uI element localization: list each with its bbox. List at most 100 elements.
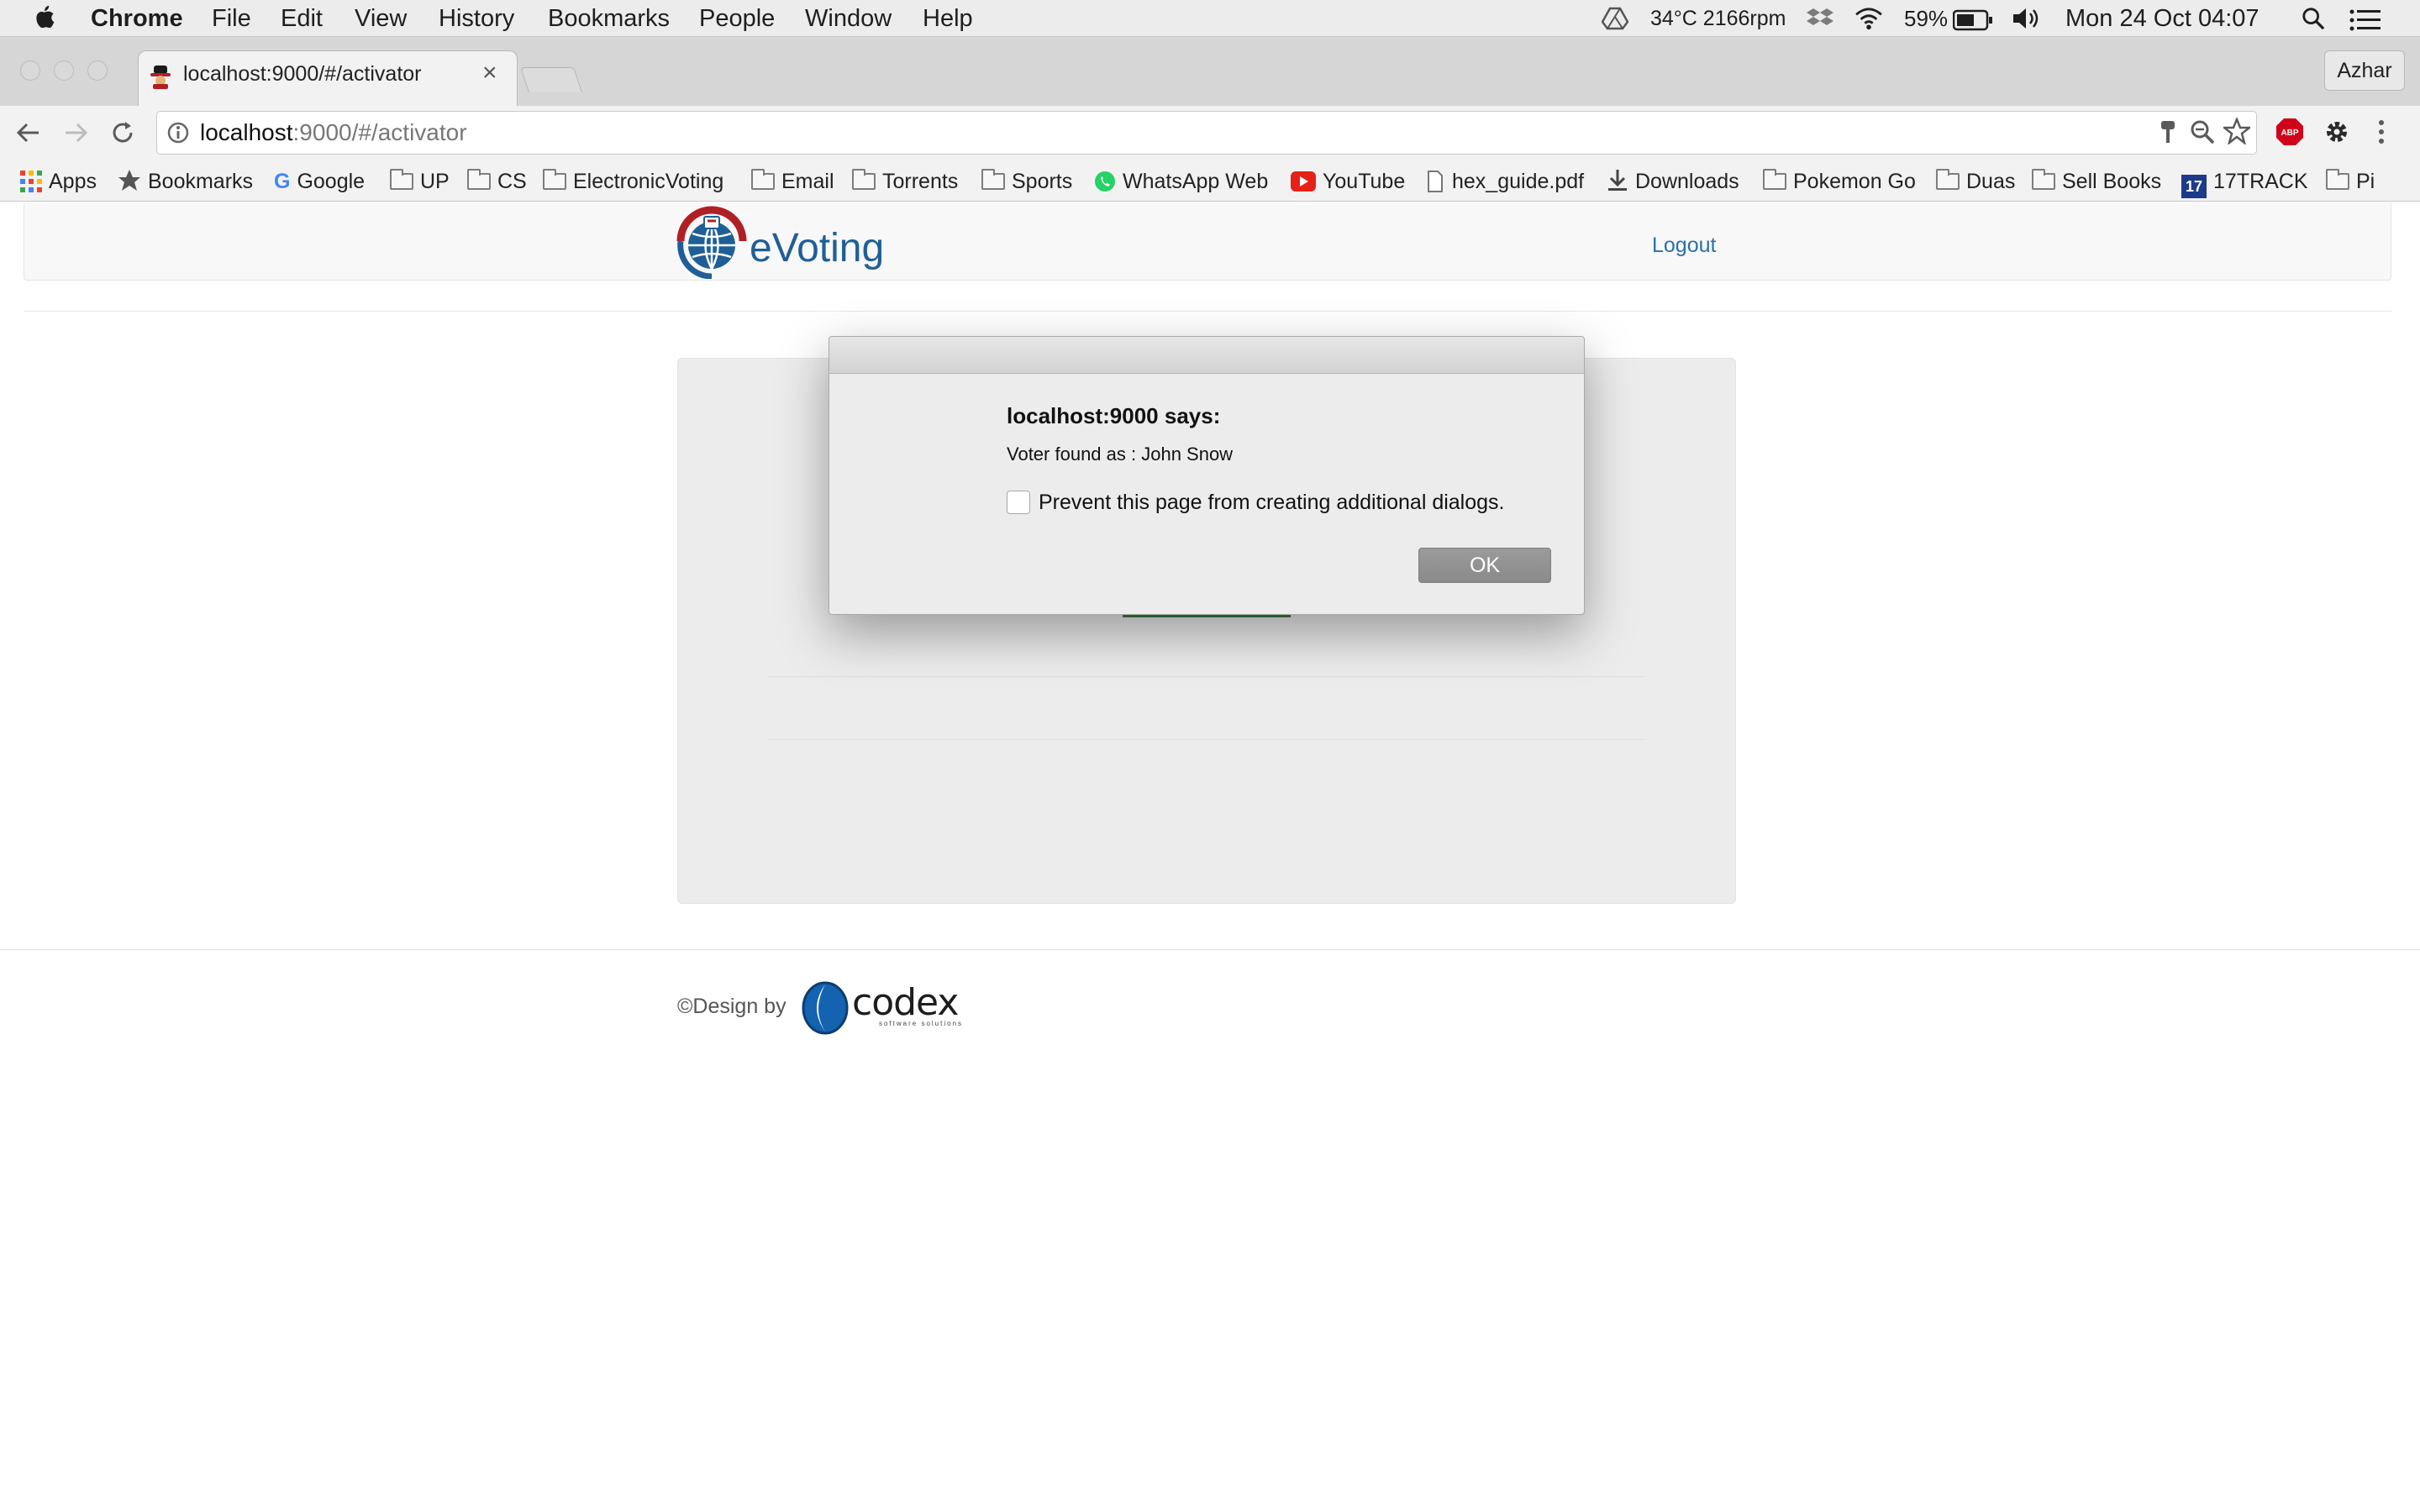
ok-button[interactable]: OK <box>1418 548 1551 583</box>
folder-icon <box>1763 169 1786 190</box>
menu-window[interactable]: Window <box>805 0 892 37</box>
submit-button-edge[interactable] <box>1123 615 1291 617</box>
folder-icon <box>1936 169 1960 190</box>
bookmark-whatsapp-web[interactable]: WhatsApp Web <box>1094 165 1268 198</box>
url-host: localhost <box>200 119 293 145</box>
folder-icon <box>981 169 1005 190</box>
whatsapp-icon <box>1095 171 1115 192</box>
dialog-titlebar[interactable] <box>829 337 1584 374</box>
star-bookmark-icon[interactable] <box>2223 118 2250 144</box>
bookmark-label: 17TRACK <box>2213 170 2308 193</box>
new-tab-button[interactable] <box>520 67 582 92</box>
logout-link[interactable]: Logout <box>1652 234 1716 258</box>
menu-view[interactable]: View <box>355 0 407 37</box>
menu-history[interactable]: History <box>439 0 514 37</box>
reload-icon[interactable] <box>109 119 136 146</box>
bookmark-label: CS <box>497 170 527 193</box>
zoom-icon[interactable] <box>2190 119 2215 144</box>
bookmark-google[interactable]: G Google <box>274 165 365 198</box>
bookmark-label: hex_guide.pdf <box>1452 170 1585 193</box>
evoting-logo-icon[interactable] <box>674 203 750 279</box>
drive-icon[interactable] <box>1602 7 1628 30</box>
bookmark-downloads[interactable]: Downloads <box>1607 165 1739 198</box>
bookmark-folder-cs[interactable]: CS <box>467 165 527 198</box>
dialog-message: Voter found as : John Snow <box>1007 444 1234 465</box>
clock[interactable]: Mon 24 Oct 04:07 <box>2065 0 2260 37</box>
bookmark-hex-guide[interactable]: hex_guide.pdf <box>1427 165 1584 198</box>
divider <box>768 676 1645 677</box>
window-zoom-button[interactable] <box>87 60 108 81</box>
bookmark-label: Email <box>781 170 834 193</box>
profile-button[interactable]: Azhar <box>2324 50 2405 91</box>
window-close-button[interactable] <box>20 60 40 81</box>
notification-center-icon[interactable] <box>2349 8 2381 32</box>
address-bar[interactable] <box>156 111 2257 155</box>
bookmark-youtube[interactable]: YouTube <box>1291 165 1405 198</box>
menu-help[interactable]: Help <box>923 0 973 37</box>
apple-icon[interactable] <box>34 5 55 29</box>
temp-fan-status[interactable]: 34°C 2166rpm <box>1650 0 1786 37</box>
wifi-icon[interactable] <box>1852 7 1886 30</box>
menu-bookmarks[interactable]: Bookmarks <box>548 0 670 37</box>
bookmark-folder-sports[interactable]: Sports <box>981 165 1072 198</box>
17track-icon: 17 <box>2181 175 2207 198</box>
volume-icon[interactable] <box>2012 7 2044 30</box>
download-icon <box>1608 170 1627 191</box>
bookmark-folder-torrents[interactable]: Torrents <box>852 165 958 198</box>
prevent-dialogs-label[interactable]: Prevent this page from creating addition… <box>1039 491 1505 515</box>
svg-text:ABP: ABP <box>2281 129 2298 138</box>
bookmark-folder-email[interactable]: Email <box>751 165 834 198</box>
bookmark-bookmarks[interactable]: Bookmarks <box>118 165 253 198</box>
macos-menubar: Chrome File Edit View History Bookmarks … <box>0 0 2420 37</box>
folder-icon <box>2032 169 2055 190</box>
brand-name[interactable]: eVoting <box>750 225 884 271</box>
menu-people[interactable]: People <box>699 0 775 37</box>
battery-percent[interactable]: 59% <box>1904 0 1948 37</box>
bookmark-label: WhatsApp Web <box>1123 170 1269 193</box>
bookmark-label: Apps <box>49 170 97 193</box>
window-minimize-button[interactable] <box>54 60 74 81</box>
dialog-title: localhost:9000 says: <box>1007 403 1221 428</box>
bookmark-label: Pi <box>2356 170 2375 193</box>
youtube-icon <box>1291 171 1316 192</box>
prevent-dialogs-checkbox[interactable] <box>1007 491 1030 514</box>
folder-icon <box>751 169 775 190</box>
footer-divider <box>0 949 2420 950</box>
battery-icon[interactable] <box>1953 8 1993 32</box>
bookmark-folder-duas[interactable]: Duas <box>1936 165 2015 198</box>
menu-file[interactable]: File <box>212 0 251 37</box>
folder-icon <box>543 169 566 190</box>
back-icon[interactable] <box>15 119 42 146</box>
forward-icon[interactable] <box>62 119 89 146</box>
chrome-menu-icon[interactable] <box>2376 118 2386 146</box>
menu-edit[interactable]: Edit <box>281 0 323 37</box>
tab-close-icon[interactable]: × <box>482 59 497 87</box>
bookmark-folder-up[interactable]: UP <box>390 165 450 198</box>
folder-icon <box>467 169 491 190</box>
star-icon <box>118 170 140 191</box>
bookmark-label: Duas <box>1966 170 2016 193</box>
bookmark-label: Torrents <box>882 170 959 193</box>
bookmark-folder-electronicvoting[interactable]: ElectronicVoting <box>543 165 723 198</box>
folder-icon <box>852 169 876 190</box>
bookmark-folder-pi[interactable]: Pi <box>2326 165 2375 198</box>
adblock-icon[interactable]: ABP <box>2275 118 2304 146</box>
menu-app-name[interactable]: Chrome <box>91 0 183 37</box>
dropbox-icon[interactable] <box>1807 7 1833 30</box>
bookmark-17track[interactable]: 17 17TRACK <box>2181 165 2308 198</box>
url-text[interactable]: localhost:9000/#/activator <box>200 119 467 146</box>
bookmark-apps[interactable]: Apps <box>20 165 97 198</box>
apps-grid-icon <box>20 171 42 192</box>
key-icon[interactable] <box>2158 119 2178 144</box>
bookmark-folder-sell-books[interactable]: Sell Books <box>2032 165 2161 198</box>
bookmark-label: Google <box>297 170 366 193</box>
codex-logo-icon[interactable] <box>800 981 849 1035</box>
bookmark-label: YouTube <box>1323 170 1406 193</box>
spotlight-icon[interactable] <box>2301 7 2326 30</box>
folder-icon <box>2326 169 2349 190</box>
bookmark-folder-pokemon-go[interactable]: Pokemon Go <box>1763 165 1916 198</box>
site-info-icon[interactable] <box>166 121 190 144</box>
extension-gear-icon[interactable] <box>2323 118 2351 146</box>
bookmark-label: Sell Books <box>2062 170 2162 193</box>
site-navbar <box>24 203 2391 281</box>
